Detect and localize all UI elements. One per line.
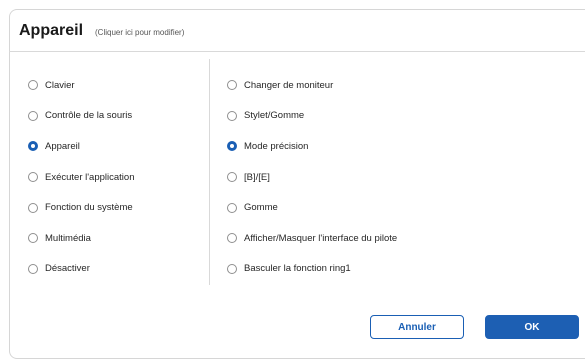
function-option-b-e[interactable]: [B]/[E] (227, 162, 397, 193)
category-option-clavier[interactable]: Clavier (28, 70, 134, 101)
function-option-changer-moniteur[interactable]: Changer de moniteur (227, 70, 397, 101)
category-option-multimedia[interactable]: Multimédia (28, 223, 134, 254)
category-label: Clavier (45, 79, 75, 91)
category-label: Contrôle de la souris (45, 110, 133, 122)
dialog-title: Appareil (19, 22, 84, 39)
header-divider (9, 51, 585, 52)
function-label: Afficher/Masquer l'interface du pilote (244, 232, 398, 244)
column-divider (209, 59, 210, 285)
category-option-controle-souris[interactable]: Contrôle de la souris (28, 101, 134, 132)
function-list: Changer de moniteur Stylet/Gomme Mode pr… (227, 75, 397, 284)
radio-checked-icon (28, 141, 38, 152)
radio-icon (227, 110, 237, 121)
function-option-gomme[interactable]: Gomme (227, 192, 397, 223)
category-label: Multimédia (45, 232, 91, 244)
radio-icon (227, 233, 237, 244)
function-label: [B]/[E] (244, 171, 270, 183)
function-label: Basculer la fonction ring1 (244, 263, 351, 275)
dialog-header: Appareil (Cliquer ici pour modifier) (19, 22, 184, 40)
function-label: Gomme (244, 202, 278, 214)
function-label: Mode précision (244, 140, 309, 152)
ok-button[interactable]: OK (485, 315, 579, 339)
function-option-afficher-masquer-interface[interactable]: Afficher/Masquer l'interface du pilote (227, 223, 397, 254)
category-label: Désactiver (45, 263, 90, 275)
category-label: Exécuter l'application (45, 171, 135, 183)
category-option-desactiver[interactable]: Désactiver (28, 254, 134, 285)
category-option-executer-application[interactable]: Exécuter l'application (28, 162, 134, 193)
radio-icon (28, 202, 38, 213)
function-option-stylet-gomme[interactable]: Stylet/Gomme (227, 101, 397, 132)
cancel-button[interactable]: Annuler (370, 315, 464, 339)
radio-icon (227, 80, 237, 91)
function-option-basculer-ring1[interactable]: Basculer la fonction ring1 (227, 254, 397, 285)
category-option-appareil[interactable]: Appareil (28, 131, 134, 162)
radio-icon (28, 110, 38, 121)
function-option-mode-precision[interactable]: Mode précision (227, 131, 397, 162)
edit-hint-link[interactable]: (Cliquer ici pour modifier) (95, 28, 184, 37)
radio-icon (227, 263, 237, 274)
radio-icon (227, 202, 237, 213)
radio-icon (28, 172, 38, 183)
category-option-fonction-systeme[interactable]: Fonction du système (28, 192, 134, 223)
function-label: Changer de moniteur (244, 79, 334, 91)
category-label: Appareil (45, 140, 80, 152)
radio-icon (28, 233, 38, 244)
radio-icon (28, 80, 38, 91)
category-label: Fonction du système (45, 202, 133, 214)
radio-icon (227, 172, 237, 183)
radio-icon (28, 263, 38, 274)
function-label: Stylet/Gomme (244, 110, 305, 122)
category-list: Clavier Contrôle de la souris Appareil E… (28, 75, 134, 284)
radio-checked-icon (227, 141, 237, 152)
